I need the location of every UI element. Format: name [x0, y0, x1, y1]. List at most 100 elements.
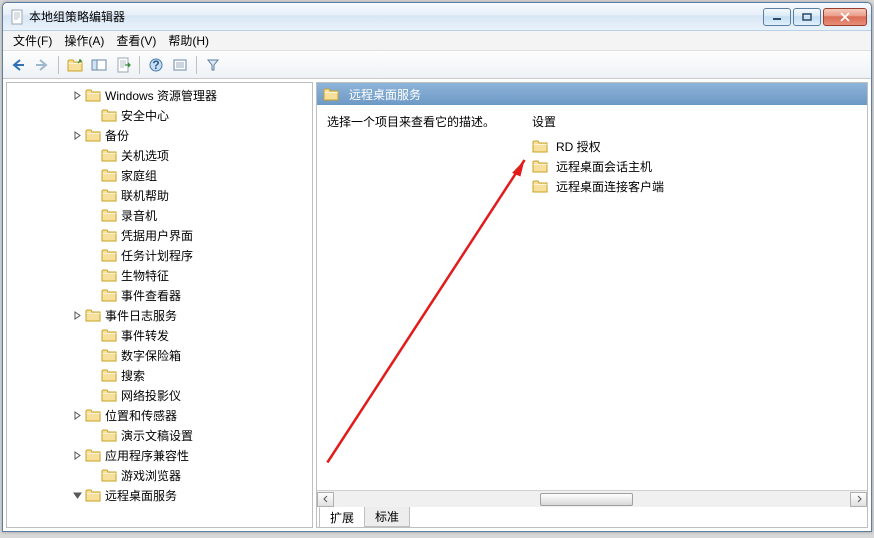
- tree-item-label: 搜索: [121, 367, 145, 384]
- tree-item-label: 任务计划程序: [121, 247, 193, 264]
- tree-item-label: Windows 资源管理器: [105, 87, 217, 104]
- folder-icon: [101, 328, 117, 342]
- menu-file[interactable]: 文件(F): [7, 30, 58, 51]
- folder-icon: [532, 139, 548, 153]
- arrow-left-icon: [10, 58, 26, 72]
- tree-item[interactable]: 联机帮助: [7, 185, 312, 205]
- help-icon: ?: [149, 58, 163, 72]
- tree-item[interactable]: 事件转发: [7, 325, 312, 345]
- list-item-label: RD 授权: [556, 138, 601, 155]
- list-item-label: 远程桌面会话主机: [556, 158, 652, 175]
- folder-icon: [85, 128, 101, 142]
- tree-item[interactable]: 凭据用户界面: [7, 225, 312, 245]
- list-item[interactable]: RD 授权: [532, 136, 857, 156]
- minimize-button[interactable]: [763, 8, 791, 26]
- scroll-left-button[interactable]: [317, 492, 334, 507]
- folder-icon: [85, 308, 101, 322]
- tree-item[interactable]: 演示文稿设置: [7, 425, 312, 445]
- titlebar: 本地组策略编辑器: [3, 3, 871, 31]
- app-icon: [9, 9, 25, 25]
- tree-item-label: 游戏浏览器: [121, 467, 181, 484]
- expand-spacer: [87, 389, 99, 401]
- tree-item-label: 联机帮助: [121, 187, 169, 204]
- folder-icon: [101, 268, 117, 282]
- tree-item[interactable]: 搜索: [7, 365, 312, 385]
- back-button[interactable]: [7, 54, 29, 76]
- tree-item[interactable]: 备份: [7, 125, 312, 145]
- folder-icon: [101, 148, 117, 162]
- tree-item[interactable]: 事件查看器: [7, 285, 312, 305]
- close-button[interactable]: [823, 8, 867, 26]
- scroll-right-button[interactable]: [850, 492, 867, 507]
- tree-item-label: 事件查看器: [121, 287, 181, 304]
- folder-icon: [101, 388, 117, 402]
- tree-item[interactable]: 生物特征: [7, 265, 312, 285]
- tree-item-label: 录音机: [121, 207, 157, 224]
- horizontal-scrollbar[interactable]: [317, 490, 867, 507]
- scroll-track[interactable]: [334, 492, 850, 507]
- tree-item-label: 关机选项: [121, 147, 169, 164]
- chevron-left-icon: [322, 495, 330, 503]
- tree-item[interactable]: 远程桌面服务: [7, 485, 312, 505]
- tree-item[interactable]: 任务计划程序: [7, 245, 312, 265]
- scroll-thumb[interactable]: [540, 493, 633, 506]
- toolbar: ?: [3, 51, 871, 79]
- arrow-right-icon: [34, 58, 50, 72]
- expand-icon[interactable]: [71, 409, 83, 421]
- menu-action[interactable]: 操作(A): [58, 30, 110, 51]
- tree-view[interactable]: Windows 资源管理器安全中心备份关机选项家庭组联机帮助录音机凭据用户界面任…: [7, 83, 312, 527]
- tree-item-label: 安全中心: [121, 107, 169, 124]
- tab-extended[interactable]: 扩展: [319, 507, 365, 528]
- collapse-icon[interactable]: [71, 489, 83, 501]
- list-item[interactable]: 远程桌面会话主机: [532, 156, 857, 176]
- maximize-button[interactable]: [793, 8, 821, 26]
- export-button[interactable]: [112, 54, 134, 76]
- menu-help[interactable]: 帮助(H): [162, 30, 215, 51]
- tree-item[interactable]: 应用程序兼容性: [7, 445, 312, 465]
- expand-spacer: [87, 249, 99, 261]
- refresh-button[interactable]: [169, 54, 191, 76]
- tree-item[interactable]: 事件日志服务: [7, 305, 312, 325]
- tree-item[interactable]: 家庭组: [7, 165, 312, 185]
- tree-item[interactable]: 网络投影仪: [7, 385, 312, 405]
- tree-item[interactable]: 关机选项: [7, 145, 312, 165]
- window-title: 本地组策略编辑器: [29, 8, 763, 25]
- tree-item[interactable]: 安全中心: [7, 105, 312, 125]
- menu-view[interactable]: 查看(V): [110, 30, 162, 51]
- expand-spacer: [87, 269, 99, 281]
- window-controls: [763, 8, 867, 26]
- export-icon: [115, 57, 131, 73]
- filter-button[interactable]: [202, 54, 224, 76]
- tree-item-label: 数字保险箱: [121, 347, 181, 364]
- expand-spacer: [87, 209, 99, 221]
- settings-header: 设置: [532, 113, 857, 130]
- settings-list: 设置 RD 授权远程桌面会话主机远程桌面连接客户端: [532, 113, 857, 482]
- folder-icon: [101, 188, 117, 202]
- expand-icon[interactable]: [71, 89, 83, 101]
- list-item[interactable]: 远程桌面连接客户端: [532, 176, 857, 196]
- expand-spacer: [87, 149, 99, 161]
- app-window: 本地组策略编辑器 文件(F) 操作(A) 查看(V) 帮助(H) ?: [2, 2, 872, 532]
- folder-icon: [101, 208, 117, 222]
- tab-standard[interactable]: 标准: [364, 507, 410, 527]
- tree-item[interactable]: Windows 资源管理器: [7, 85, 312, 105]
- client-area: Windows 资源管理器安全中心备份关机选项家庭组联机帮助录音机凭据用户界面任…: [3, 79, 871, 531]
- expand-spacer: [87, 109, 99, 121]
- tree-item[interactable]: 游戏浏览器: [7, 465, 312, 485]
- expand-icon[interactable]: [71, 309, 83, 321]
- tree-item[interactable]: 数字保险箱: [7, 345, 312, 365]
- help-button[interactable]: ?: [145, 54, 167, 76]
- folder-icon: [101, 248, 117, 262]
- expand-icon[interactable]: [71, 449, 83, 461]
- show-hide-tree-button[interactable]: [88, 54, 110, 76]
- up-button[interactable]: [64, 54, 86, 76]
- list-icon: [172, 58, 188, 72]
- tree-item[interactable]: 录音机: [7, 205, 312, 225]
- forward-button[interactable]: [31, 54, 53, 76]
- folder-icon: [101, 108, 117, 122]
- tree-item[interactable]: 位置和传感器: [7, 405, 312, 425]
- minimize-icon: [772, 13, 782, 21]
- expand-icon[interactable]: [71, 129, 83, 141]
- folder-up-icon: [67, 57, 83, 73]
- tree-item-label: 家庭组: [121, 167, 157, 184]
